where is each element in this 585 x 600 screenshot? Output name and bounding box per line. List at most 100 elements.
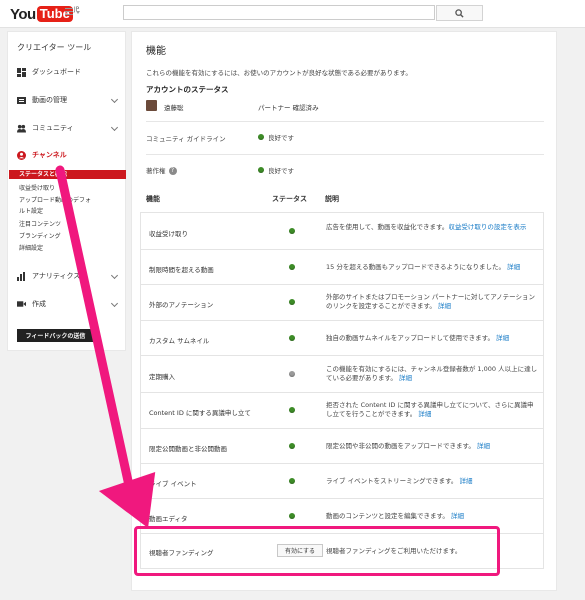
feature-desc-text: 外部のサイトまたはプロモーション パートナーに対してアノテーションのリンクを設定…: [326, 293, 536, 310]
chevron-down-icon: [110, 299, 119, 308]
channel-icon: [17, 150, 26, 160]
account-partner-status: パートナー 確認済み: [258, 104, 319, 112]
feature-name: ライブ イベント: [149, 480, 197, 488]
feature-desc-text: ライブ イベントをストリーミングできます。: [326, 477, 458, 485]
feature-name: 動画エディタ: [149, 515, 188, 523]
status-unavailable-icon: [289, 371, 295, 377]
copyright-label-text: 著作権: [146, 167, 166, 175]
feature-desc-text: 動画のコンテンツと設定を編集できます。: [326, 512, 449, 520]
sidebar-item-analytics[interactable]: アナリティクス: [17, 269, 119, 283]
search-input[interactable]: [123, 5, 435, 20]
avatar: [146, 100, 157, 111]
feature-name: 限定公開動画と非公開動画: [149, 445, 227, 453]
status-ok-icon: [289, 407, 295, 413]
annotation-highlight-box: [134, 526, 500, 576]
features-panel: 機能 これらの機能を有効にするには、お使いのアカウントが良好な状態である必要があ…: [131, 31, 557, 591]
feature-description: ライブ イベントをストリーミングできます。 詳細: [326, 477, 538, 486]
status-ok-icon: [258, 134, 264, 140]
intro-text: これらの機能を有効にするには、お使いのアカウントが良好な状態である必要があります…: [146, 69, 412, 77]
monetization-settings-link[interactable]: 収益受け取りの設定を表示: [448, 223, 526, 231]
feature-row-paid-subscriptions: 定期購入 この機能を有効にするには、チャンネル登録者数が 1,000 人以上に達…: [140, 355, 544, 393]
feature-description: 広告を使用して、動画を収益化できます。収益受け取りの設定を表示: [326, 223, 538, 232]
help-icon[interactable]: ?: [168, 167, 177, 175]
sidebar-item-label: チャンネル: [32, 151, 67, 159]
status-text: 良好です: [268, 134, 294, 142]
sidebar-subitem-monetization[interactable]: 収益受け取り: [19, 183, 55, 192]
feature-row-external-annotations: 外部のアノテーション 外部のサイトまたはプロモーション パートナーに対してアノテ…: [140, 284, 544, 321]
top-bar: You Tube JP: [0, 0, 585, 28]
feature-row-monetization: 収益受け取り 広告を使用して、動画を収益化できます。収益受け取りの設定を表示: [140, 212, 544, 250]
search-button[interactable]: [436, 5, 483, 21]
chevron-down-icon: [110, 95, 119, 104]
status-text: 良好です: [268, 167, 294, 175]
feature-description: この機能を有効にするには、チャンネル登録者数が 1,000 人以上に達している必…: [326, 365, 538, 383]
sidebar-item-dashboard[interactable]: ダッシュボード: [17, 65, 117, 79]
status-ok-icon: [258, 167, 264, 173]
sidebar-item-label: コミュニティ: [32, 124, 74, 132]
status-ok-icon: [289, 335, 295, 341]
feature-description: 拒否された Content ID に関する異議申し立てについて、さらに異議申し立…: [326, 401, 538, 419]
details-link[interactable]: 詳細: [460, 477, 473, 485]
feature-description: 動画のコンテンツと設定を編集できます。 詳細: [326, 512, 538, 521]
feature-name: 外部のアノテーション: [149, 301, 214, 309]
sidebar-subitem-status-features[interactable]: ステータスと機能: [9, 170, 126, 179]
feature-row-long-videos: 制限時間を超える動画 15 分を超える動画もアップロードできるようになりました。…: [140, 249, 544, 285]
search-icon: [455, 8, 464, 18]
details-link[interactable]: 詳細: [399, 374, 412, 382]
column-header-feature: 機能: [146, 195, 160, 203]
details-link[interactable]: 詳細: [496, 334, 509, 342]
creator-tools-sidebar: クリエイター ツール ダッシュボード 動画の管理 コミュニティ チャンネル ステ…: [7, 31, 126, 351]
status-ok-icon: [289, 264, 295, 270]
feature-row-unlisted-private: 限定公開動画と非公開動画 限定公開や非公開の動画をアップロードできます。 詳細: [140, 428, 544, 464]
chevron-down-icon: [110, 123, 119, 132]
feature-name: 収益受け取り: [149, 230, 188, 238]
sidebar-item-label: アナリティクス: [32, 272, 81, 280]
sidebar-item-video-manager[interactable]: 動画の管理: [17, 93, 119, 107]
details-link[interactable]: 詳細: [507, 263, 520, 271]
copyright-status: 良好です: [258, 165, 294, 175]
sidebar-item-channel[interactable]: チャンネル: [17, 148, 117, 162]
feature-desc-text: 独自の動画サムネイルをアップロードして使用できます。: [326, 334, 495, 342]
dashboard-icon: [17, 67, 26, 77]
details-link[interactable]: 詳細: [451, 512, 464, 520]
status-ok-icon: [289, 513, 295, 519]
sidebar-subitem-upload-defaults[interactable]: アップロード動画のデフォ: [19, 195, 91, 204]
chevron-down-icon: [110, 271, 119, 280]
guide-menu-icon[interactable]: [65, 8, 81, 18]
status-ok-icon: [289, 299, 295, 305]
feature-name: Content ID に関する異議申し立て: [149, 409, 251, 417]
feature-description: 15 分を超える動画もアップロードできるようになりました。 詳細: [326, 263, 538, 272]
community-guidelines-label: コミュニティ ガイドライン: [146, 135, 226, 143]
sidebar-title: クリエイター ツール: [17, 43, 92, 52]
feature-desc-text: この機能を有効にするには、チャンネル登録者数が 1,000 人以上に達している必…: [326, 365, 538, 382]
sidebar-subitem-featured-content[interactable]: 注目コンテンツ: [19, 219, 61, 228]
sidebar-item-create[interactable]: 作成: [17, 297, 119, 311]
feature-name: カスタム サムネイル: [149, 337, 210, 345]
account-status-title: アカウントのステータス: [146, 85, 229, 94]
details-link[interactable]: 詳細: [477, 442, 490, 450]
divider: [146, 121, 544, 122]
community-guidelines-status: 良好です: [258, 132, 294, 142]
community-icon: [17, 124, 26, 133]
column-header-status: ステータス: [272, 195, 307, 203]
sidebar-subitem-upload-defaults-line2[interactable]: ルト設定: [19, 206, 43, 215]
feature-desc-text: 広告を使用して、動画を収益化できます。: [326, 223, 449, 231]
feature-row-content-id-appeals: Content ID に関する異議申し立て 拒否された Content ID に…: [140, 392, 544, 429]
status-ok-icon: [289, 478, 295, 484]
account-name: 遠藤聡: [164, 104, 184, 112]
sidebar-subitem-branding[interactable]: ブランディング: [19, 231, 61, 240]
sidebar-subitem-advanced[interactable]: 詳細設定: [19, 243, 43, 252]
video-manager-icon: [17, 96, 26, 105]
create-icon: [17, 300, 26, 309]
page-title: 機能: [146, 46, 166, 57]
feedback-button[interactable]: フィードバックの送信: [17, 329, 94, 342]
status-ok-icon: [289, 443, 295, 449]
details-link[interactable]: 詳細: [418, 410, 431, 418]
details-link[interactable]: 詳細: [438, 302, 451, 310]
sidebar-item-community[interactable]: コミュニティ: [17, 121, 119, 135]
feature-description: 限定公開や非公開の動画をアップロードできます。 詳細: [326, 442, 538, 451]
analytics-icon: [17, 271, 26, 281]
divider: [146, 154, 544, 155]
feature-description: 独自の動画サムネイルをアップロードして使用できます。 詳細: [326, 334, 538, 343]
sidebar-item-label: 作成: [32, 300, 46, 308]
